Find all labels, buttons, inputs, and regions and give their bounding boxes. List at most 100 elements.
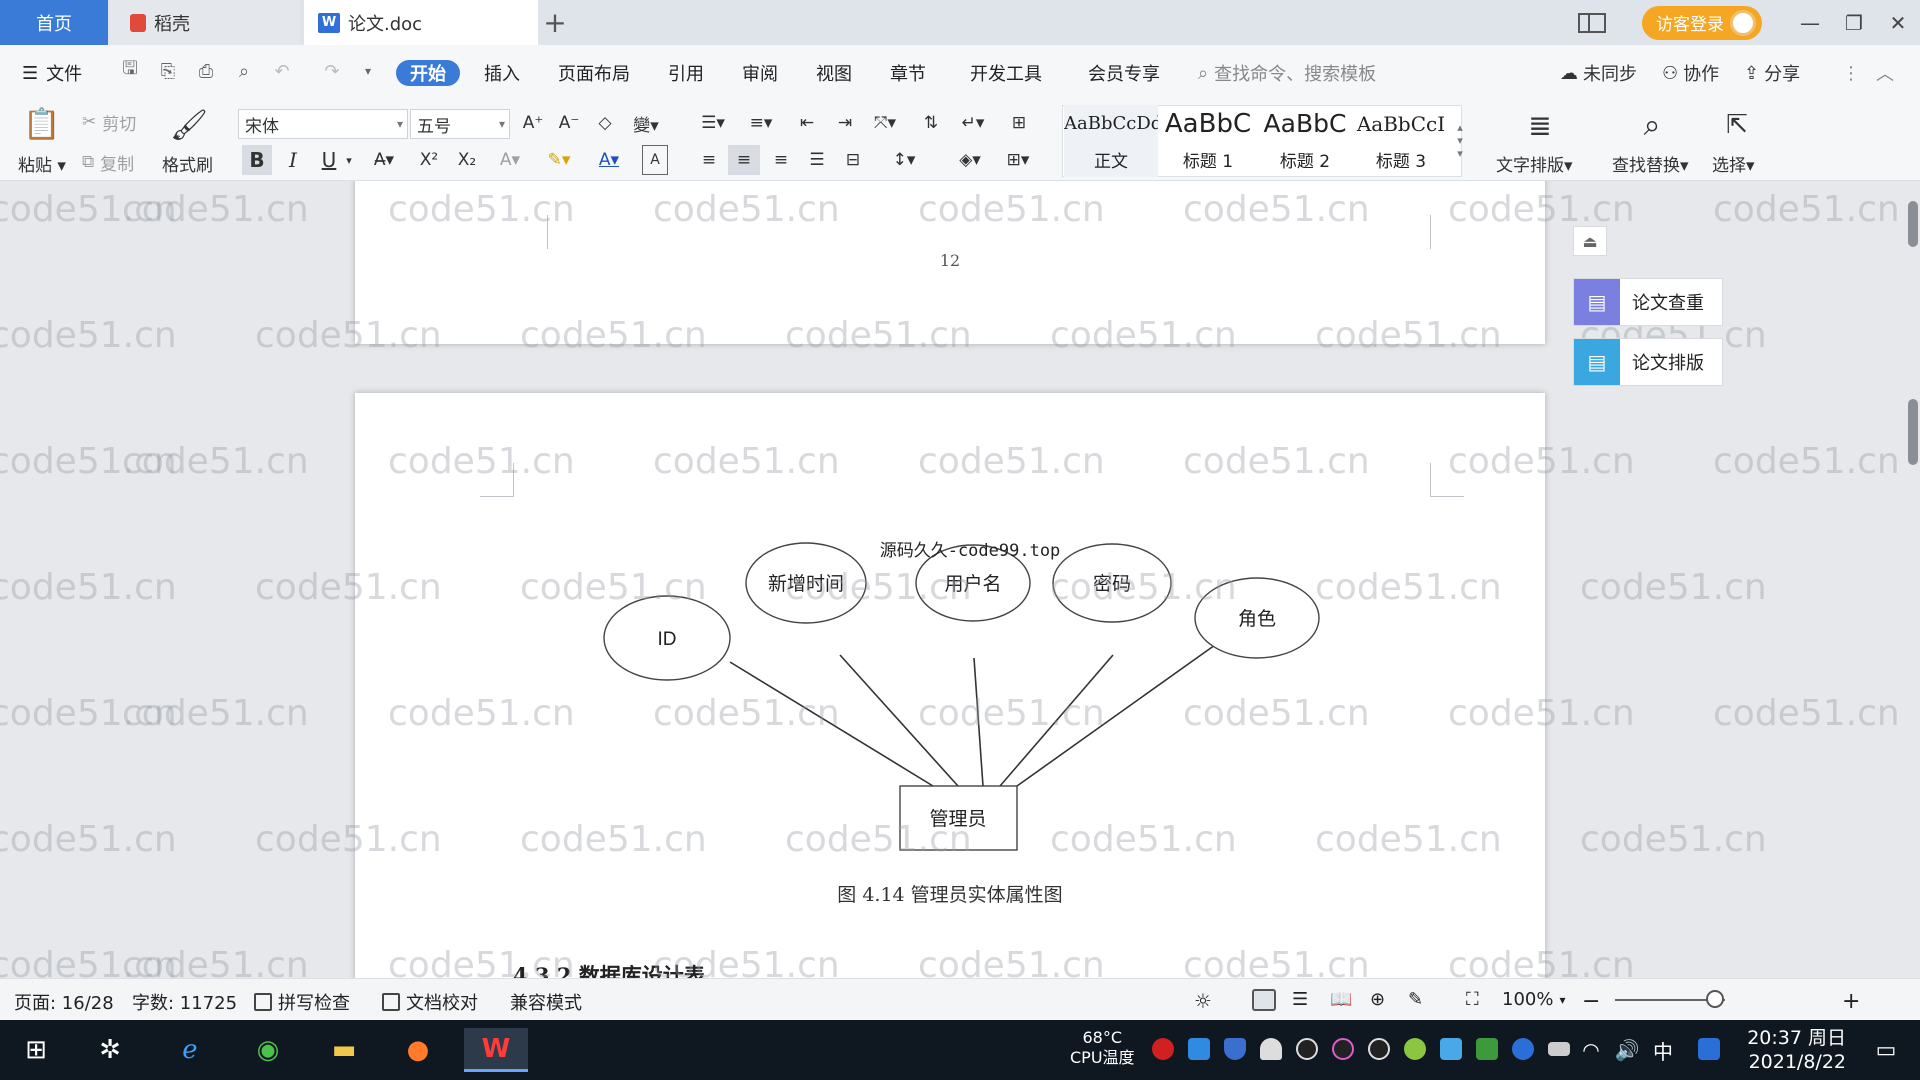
reading-view-icon[interactable]: 📖 — [1330, 989, 1352, 1010]
system-clock[interactable]: 20:37 周日 2021/8/22 — [1740, 1026, 1846, 1074]
doc-proofread-button[interactable]: 文档校对 — [382, 989, 478, 1015]
underline-dropdown-icon[interactable]: ▾ — [342, 145, 356, 175]
zoom-out-icon[interactable]: − — [1582, 989, 1600, 1014]
select-button[interactable]: 选择▾ — [1712, 151, 1755, 176]
ime-indicator[interactable]: 中 — [1648, 1028, 1678, 1072]
export-icon[interactable]: ⎘ — [156, 59, 180, 83]
bullet-list-icon[interactable]: ☰▾ — [694, 109, 732, 137]
redo-icon[interactable]: ↷ — [320, 59, 344, 83]
distributed-icon[interactable]: ⊟ — [838, 145, 868, 175]
tab-home[interactable]: 首页 — [0, 0, 108, 45]
scrollbar-thumb[interactable] — [1908, 399, 1918, 465]
paste-icon[interactable]: 📋 — [23, 105, 60, 143]
menu-tab-review[interactable]: 审阅 — [742, 60, 778, 86]
qq-icon[interactable] — [1296, 1038, 1318, 1060]
cut-button[interactable]: ✂ 剪切 — [82, 109, 136, 135]
print-icon[interactable]: ⎙ — [194, 59, 218, 83]
italic-button[interactable]: I — [280, 145, 306, 175]
align-center-icon[interactable]: ≡ — [728, 145, 760, 175]
menu-tab-references[interactable]: 引用 — [668, 60, 704, 86]
align-right-icon[interactable]: ≡ — [766, 145, 796, 175]
font-color-icon[interactable]: A▾ — [590, 145, 628, 175]
web-view-icon[interactable]: ⊕ — [1370, 989, 1385, 1010]
document-area[interactable]: 12 ID 新增时间 用户名 密码 角色 管理员 源码久久-code99.top… — [0, 181, 1920, 978]
zoom-slider-handle[interactable] — [1706, 990, 1724, 1008]
game-app-icon[interactable]: ● — [396, 1028, 440, 1072]
shield-icon[interactable] — [1224, 1038, 1246, 1060]
align-left-icon[interactable]: ≡ — [694, 145, 724, 175]
plagiarism-check-button[interactable]: ▤ 论文查重 — [1573, 278, 1723, 326]
char-border-icon[interactable]: A — [642, 145, 668, 175]
bell-icon[interactable] — [1260, 1038, 1282, 1060]
style-heading-3[interactable]: AaBbCcI 标题 3 — [1354, 105, 1448, 177]
shading-icon[interactable]: ◈▾ — [950, 145, 990, 175]
ie-browser-icon[interactable]: ℯ — [168, 1028, 212, 1072]
window-layout-icon[interactable] — [1578, 12, 1606, 33]
pinyin-guide-icon[interactable]: 變▾ — [628, 109, 664, 137]
tray-app-icon[interactable] — [1440, 1038, 1462, 1060]
numbered-list-icon[interactable]: ≡▾ — [742, 109, 780, 137]
close-button[interactable]: ✕ — [1876, 0, 1920, 45]
guest-login-button[interactable]: 访客登录 — [1642, 5, 1762, 40]
clear-format-icon[interactable]: ◇ — [592, 109, 618, 137]
save-icon[interactable]: 🖫 — [118, 58, 142, 83]
style-scroll-icon[interactable]: ▴ ▾ ▾ — [1454, 109, 1466, 171]
style-normal[interactable]: AaBbCcDd 正文 — [1064, 105, 1158, 177]
zoom-in-icon[interactable]: + — [1842, 989, 1860, 1014]
more-options-icon[interactable]: ⋮ — [1842, 60, 1860, 86]
text-effect-icon[interactable]: A▾ — [492, 145, 528, 175]
windows-start-icon[interactable]: ⊞ — [14, 1028, 58, 1072]
menu-tab-chapter[interactable]: 章节 — [890, 60, 926, 86]
line-break-icon[interactable]: ↵▾ — [954, 109, 992, 137]
collapse-panel-button[interactable]: ⏏ — [1573, 226, 1607, 256]
write-mode-icon[interactable]: ✎ — [1408, 989, 1423, 1010]
superscript-icon[interactable]: X² — [414, 145, 444, 175]
360-browser-icon[interactable]: ◉ — [246, 1028, 290, 1072]
highlight-icon[interactable]: ✎▾ — [540, 145, 578, 175]
decrease-indent-icon[interactable]: ⇤ — [792, 109, 822, 137]
strikethrough-icon[interactable]: A̶▾ — [366, 145, 402, 175]
bold-button[interactable]: B — [242, 145, 272, 175]
menu-tab-page-layout[interactable]: 页面布局 — [558, 60, 630, 86]
file-menu[interactable]: ☰ 文件 — [22, 60, 82, 86]
tray-app-icon[interactable] — [1152, 1038, 1174, 1060]
word-count[interactable]: 字数: 11725 — [132, 989, 237, 1015]
menu-tab-developer[interactable]: 开发工具 — [970, 60, 1042, 86]
spell-check-toggle[interactable]: 拼写检查 — [254, 989, 350, 1015]
grow-font-icon[interactable]: A⁺ — [520, 109, 546, 137]
copy-button[interactable]: ⧉ 复制 — [82, 149, 134, 175]
print-preview-icon[interactable]: ⌕ — [232, 59, 256, 83]
find-replace-button[interactable]: 查找替换▾ — [1612, 151, 1689, 176]
justify-icon[interactable]: ☰ — [802, 145, 832, 175]
style-heading-1[interactable]: AaBbC 标题 1 — [1160, 105, 1256, 177]
quick-access-dropdown-icon[interactable]: ▾ — [356, 59, 380, 83]
page-indicator[interactable]: 页面: 16/28 — [14, 989, 114, 1015]
collab-button[interactable]: ⚇ 协作 — [1662, 60, 1719, 86]
minimize-button[interactable]: — — [1788, 0, 1832, 45]
format-painter-button[interactable]: 格式刷 — [162, 151, 213, 176]
paste-button[interactable]: 粘贴 ▾ — [18, 151, 66, 176]
fit-page-icon[interactable]: ⛶ — [1466, 989, 1479, 1010]
outline-view-icon[interactable]: ☰ — [1292, 989, 1308, 1010]
borders-icon[interactable]: ⊞▾ — [998, 145, 1038, 175]
collapse-ribbon-icon[interactable]: ︿ — [1876, 60, 1894, 86]
file-explorer-icon[interactable]: ▬ — [322, 1028, 366, 1072]
eye-protection-icon[interactable]: ☼ — [1194, 989, 1212, 1013]
bluetooth-icon[interactable] — [1512, 1038, 1534, 1060]
increase-indent-icon[interactable]: ⇥ — [830, 109, 860, 137]
shrink-font-icon[interactable]: A⁻ — [556, 109, 582, 137]
qq-icon[interactable] — [1368, 1038, 1390, 1060]
find-replace-icon[interactable]: ⌕ — [1630, 105, 1674, 145]
subscript-icon[interactable]: X₂ — [452, 145, 482, 175]
tab-document[interactable]: W 论文.doc — [304, 0, 538, 45]
menu-tab-member[interactable]: 会员专享 — [1088, 60, 1160, 86]
restore-button[interactable]: ❐ — [1832, 0, 1876, 45]
underline-button[interactable]: U — [316, 145, 342, 175]
style-heading-2[interactable]: AaBbC 标题 2 — [1258, 105, 1352, 177]
nvidia-icon[interactable] — [1476, 1038, 1498, 1060]
document-page-current[interactable]: ID 新增时间 用户名 密码 角色 管理员 源码久久-code99.top 图 … — [355, 393, 1545, 978]
text-layout-button[interactable]: 文字排版▾ — [1496, 151, 1573, 176]
tab-ruler-icon[interactable]: ⊞ — [1002, 109, 1036, 137]
zoom-level[interactable]: 100% ▾ — [1502, 989, 1566, 1010]
share-button[interactable]: ⇪ 分享 — [1744, 60, 1800, 86]
